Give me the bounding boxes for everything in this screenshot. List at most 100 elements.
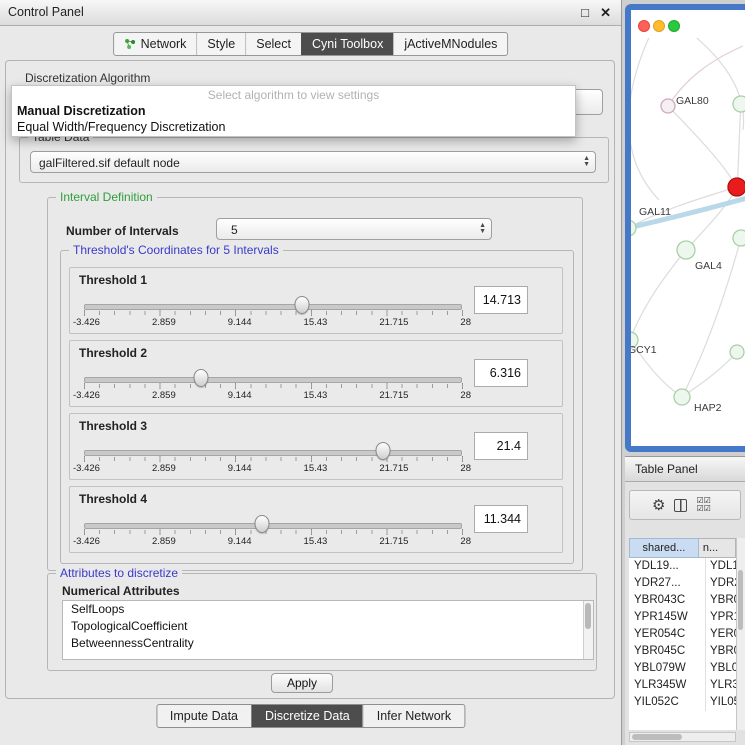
table-row[interactable]: YPR145WYPR14 bbox=[629, 609, 736, 626]
table-row[interactable]: YBR045CYBR04 bbox=[629, 643, 736, 660]
table-header-row: shared... n... bbox=[629, 538, 736, 558]
node-circle[interactable] bbox=[733, 230, 745, 246]
tab-label: Select bbox=[256, 33, 291, 55]
column-header-name[interactable]: n... bbox=[699, 538, 736, 558]
tab-network[interactable]: Network bbox=[114, 33, 197, 55]
node-circle[interactable] bbox=[677, 241, 695, 259]
table-row[interactable]: YBL079WYBL07 bbox=[629, 660, 736, 677]
table-panel-header: Table Panel bbox=[625, 456, 745, 482]
interval-definition-title: Interval Definition bbox=[56, 190, 157, 204]
edge-path bbox=[682, 352, 737, 397]
tab-impute-data[interactable]: Impute Data bbox=[157, 705, 251, 727]
threshold-2-block: Threshold 2 6.316 -3.4262.8599.14415.432… bbox=[69, 340, 563, 407]
tab-style[interactable]: Style bbox=[196, 33, 245, 55]
combo-stepper-icon: ▲▼ bbox=[479, 223, 486, 235]
node-circle[interactable] bbox=[661, 99, 675, 113]
table-row[interactable]: YER054CYER05 bbox=[629, 626, 736, 643]
slider-scale-labels: -3.4262.8599.14415.4321.71528 bbox=[73, 463, 471, 474]
threshold-value-field[interactable]: 14.713 bbox=[474, 286, 528, 314]
threshold-3-block: Threshold 3 21.4 -3.4262.8599.14415.4321… bbox=[69, 413, 563, 480]
tab-jactivemnodules[interactable]: jActiveMNodules bbox=[393, 33, 507, 55]
network-view-window: GAL80 GAL11 GAL4 GCY1 HAP2 bbox=[625, 4, 745, 452]
network-view-frame: GAL80 GAL11 GAL4 GCY1 HAP2 bbox=[631, 10, 745, 446]
table-data-group: Table Data galFiltered.sif default node … bbox=[19, 137, 609, 183]
threshold-slider[interactable]: -3.4262.8599.14415.4321.71528 bbox=[84, 365, 462, 403]
threshold-slider[interactable]: -3.4262.8599.14415.4321.71528 bbox=[84, 511, 462, 549]
tab-select[interactable]: Select bbox=[245, 33, 301, 55]
number-of-intervals-value: 5 bbox=[231, 219, 238, 241]
node-circle[interactable] bbox=[733, 96, 745, 112]
numerical-attributes-list[interactable]: SelfLoops TopologicalCoefficient Between… bbox=[62, 600, 594, 660]
network-canvas[interactable]: GAL80 GAL11 GAL4 GCY1 HAP2 bbox=[631, 38, 745, 446]
tab-label: Discretize Data bbox=[265, 709, 350, 723]
float-window-icon[interactable]: □ bbox=[581, 0, 589, 25]
selected-node-circle[interactable] bbox=[728, 178, 745, 196]
tab-cyni-toolbox[interactable]: Cyni Toolbox bbox=[301, 33, 393, 55]
table-row[interactable]: YDL19...YDL19 bbox=[629, 558, 736, 575]
list-item[interactable]: TopologicalCoefficient bbox=[63, 618, 593, 635]
node-circle[interactable] bbox=[674, 389, 690, 405]
tab-discretize-data[interactable]: Discretize Data bbox=[251, 705, 363, 727]
edge-path bbox=[631, 38, 659, 200]
node-label: GAL4 bbox=[695, 260, 722, 272]
minimize-traffic-light-icon[interactable] bbox=[653, 20, 665, 32]
close-icon[interactable]: ✕ bbox=[600, 0, 611, 25]
table-row[interactable]: YDR27...YDR27 bbox=[629, 575, 736, 592]
scrollbar-thumb[interactable] bbox=[738, 570, 743, 630]
dropdown-option-equal-width[interactable]: Equal Width/Frequency Discretization bbox=[12, 119, 575, 135]
dropdown-placeholder: Select algorithm to view settings bbox=[12, 88, 575, 103]
scrollbar-thumb[interactable] bbox=[585, 603, 591, 629]
slider-scale-labels: -3.4262.8599.14415.4321.71528 bbox=[73, 390, 471, 401]
threshold-value-field[interactable]: 11.344 bbox=[474, 505, 528, 533]
threshold-value-field[interactable]: 21.4 bbox=[474, 432, 528, 460]
node-circle[interactable] bbox=[631, 220, 636, 236]
list-item[interactable]: SelfLoops bbox=[63, 601, 593, 618]
slider-minor-ticks bbox=[84, 384, 463, 388]
tab-infer-network[interactable]: Infer Network bbox=[363, 705, 464, 727]
dropdown-option-manual-discretization[interactable]: Manual Discretization bbox=[12, 103, 575, 119]
list-item[interactable]: BetweennessCentrality bbox=[63, 635, 593, 652]
bottom-tab-bar: Impute Data Discretize Data Infer Networ… bbox=[156, 704, 465, 728]
threshold-slider[interactable]: -3.4262.8599.14415.4321.71528 bbox=[84, 292, 462, 330]
table-data-selected-value: galFiltered.sif default node bbox=[39, 152, 180, 174]
table-row[interactable]: YBR043CYBR04 bbox=[629, 592, 736, 609]
tab-label: Network bbox=[141, 33, 187, 55]
column-header-shared-name[interactable]: shared... bbox=[629, 538, 699, 558]
table-row[interactable]: YIL052CYIL05 bbox=[629, 694, 736, 711]
table-row[interactable]: YLR345WYLR34 bbox=[629, 677, 736, 694]
network-icon bbox=[124, 38, 136, 50]
threshold-label: Threshold 1 bbox=[79, 273, 147, 287]
threshold-label: Threshold 4 bbox=[79, 492, 147, 506]
table-horizontal-scrollbar[interactable] bbox=[629, 732, 736, 742]
node-circle[interactable] bbox=[730, 345, 744, 359]
node-label: GAL11 bbox=[639, 206, 671, 218]
edge-path bbox=[668, 106, 737, 187]
table-data-combobox[interactable]: galFiltered.sif default node ▲▼ bbox=[30, 151, 596, 173]
table-body: YDL19...YDL19 YDR27...YDR27 YBR043CYBR04… bbox=[629, 558, 736, 730]
combo-stepper-icon: ▲▼ bbox=[583, 156, 590, 168]
close-traffic-light-icon[interactable] bbox=[638, 20, 650, 32]
select-columns-icon[interactable]: ☑☑☑☑ bbox=[696, 497, 710, 513]
number-of-intervals-combobox[interactable]: 5 ▲▼ bbox=[216, 218, 492, 240]
edge-path bbox=[631, 250, 686, 340]
screen: Control Panel □ ✕ Network Style Select C… bbox=[0, 0, 745, 745]
thresholds-group: Threshold's Coordinates for 5 Intervals … bbox=[60, 250, 574, 564]
threshold-slider[interactable]: -3.4262.8599.14415.4321.71528 bbox=[84, 438, 462, 476]
threshold-value-field[interactable]: 6.316 bbox=[474, 359, 528, 387]
cyni-toolbox-panel: Discretization Algorithm Select algorith… bbox=[5, 60, 615, 699]
edge-path bbox=[737, 104, 741, 187]
numerical-attributes-label: Numerical Attributes bbox=[62, 584, 180, 598]
edge-path bbox=[686, 187, 737, 250]
node-label: HAP2 bbox=[694, 402, 721, 414]
number-of-intervals-label: Number of Intervals bbox=[66, 224, 179, 238]
attributes-list-scrollbar[interactable] bbox=[583, 601, 593, 659]
interval-definition-group: Interval Definition Number of Intervals … bbox=[47, 197, 583, 571]
table-vertical-scrollbar[interactable] bbox=[736, 538, 745, 730]
node-label: GAL80 bbox=[676, 95, 709, 107]
zoom-traffic-light-icon[interactable] bbox=[668, 20, 680, 32]
gear-icon[interactable]: ⚙ bbox=[652, 498, 665, 513]
apply-button[interactable]: Apply bbox=[271, 673, 333, 693]
scrollbar-thumb[interactable] bbox=[632, 734, 682, 740]
threshold-1-block: Threshold 1 14.713 -3.4262.8599.14415.43… bbox=[69, 267, 563, 334]
columns-icon[interactable] bbox=[674, 499, 687, 512]
